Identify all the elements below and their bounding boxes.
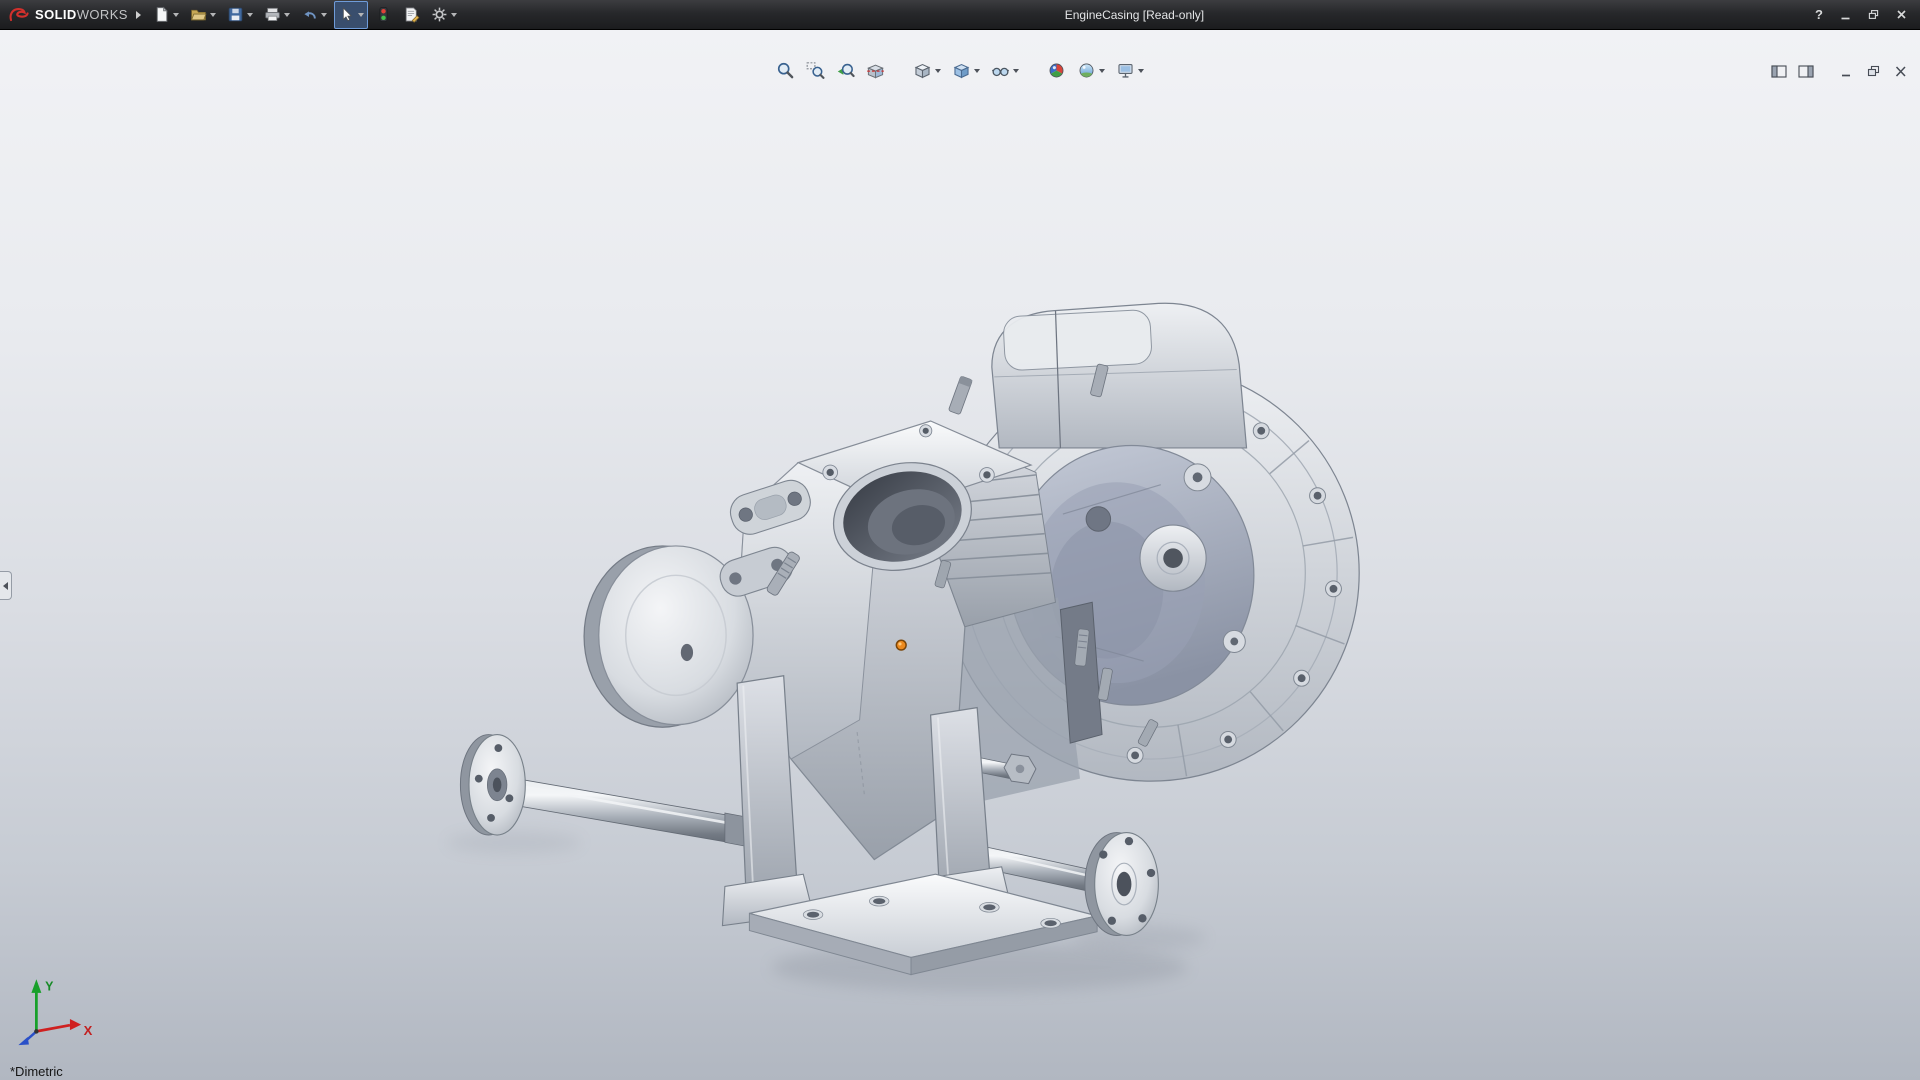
scene-sphere-icon — [1077, 61, 1096, 80]
file-properties-icon — [403, 6, 420, 23]
document-close-icon — [1893, 65, 1909, 78]
zoom-to-area-icon — [806, 61, 825, 80]
undo-button[interactable] — [297, 1, 331, 29]
selection-point-marker — [896, 640, 906, 650]
brand-bold: SOLID — [35, 7, 77, 22]
model-right-flange[interactable] — [1085, 833, 1158, 936]
document-minimize-icon — [1839, 65, 1855, 78]
brand-light: WORKS — [77, 7, 128, 22]
x-axis-arrow — [70, 1019, 81, 1030]
open-button[interactable] — [186, 1, 220, 29]
document-restore-icon — [1866, 65, 1882, 78]
dropdown-caret — [210, 13, 216, 17]
apply-scene-button[interactable] — [1076, 60, 1106, 81]
display-style-button[interactable] — [951, 60, 981, 81]
zoom-to-area-button[interactable] — [805, 60, 826, 81]
section-view-button[interactable] — [865, 60, 886, 81]
dropdown-caret — [1138, 69, 1144, 73]
dropdown-caret — [358, 13, 364, 17]
help-button[interactable]: ? — [1808, 5, 1830, 24]
x-axis-label: X — [84, 1023, 93, 1038]
minimize-icon — [1839, 8, 1852, 21]
featuremanager-collapsed-tab[interactable] — [0, 571, 12, 600]
dropdown-caret — [451, 13, 457, 17]
brand-text: SOLIDWORKS — [35, 7, 128, 22]
save-floppy-icon — [227, 6, 244, 23]
dropdown-caret — [935, 69, 941, 73]
menu-expand-arrow[interactable] — [136, 11, 141, 19]
expand-pane-arrow-icon — [3, 582, 8, 590]
dropdown-caret — [321, 13, 327, 17]
pane-right-icon — [1798, 65, 1814, 78]
restore-icon — [1867, 8, 1880, 21]
printer-icon — [264, 6, 281, 23]
restore-button[interactable] — [1860, 5, 1886, 24]
document-minimize-button[interactable] — [1837, 63, 1856, 79]
model-left-shaft[interactable] — [460, 735, 764, 850]
close-button[interactable] — [1888, 5, 1914, 24]
dropdown-caret — [247, 13, 253, 17]
solidworks-logo: SOLIDWORKS — [0, 7, 132, 23]
rebuild-trafficlight-icon — [375, 6, 392, 23]
dropdown-caret — [173, 13, 179, 17]
open-folder-icon — [190, 6, 207, 23]
window-title: EngineCasing [Read-only] — [461, 8, 1808, 22]
stud-top-left — [948, 376, 972, 415]
y-axis-arrow — [31, 979, 41, 993]
edit-appearance-button[interactable] — [1046, 60, 1067, 81]
document-window-controls — [1769, 63, 1910, 79]
model-canvas[interactable] — [0, 29, 1920, 1080]
solidworks-window: SOLIDWORKS — [0, 0, 1920, 1080]
view-orientation-button[interactable] — [912, 60, 942, 81]
view-orientation-label: *Dimetric — [10, 1064, 63, 1079]
solidworks-swirl-icon — [8, 7, 30, 23]
dropdown-caret — [1013, 69, 1019, 73]
select-button[interactable] — [334, 1, 368, 29]
undo-arrow-icon — [301, 6, 318, 23]
options-button[interactable] — [427, 1, 461, 29]
z-axis-arrow — [18, 1037, 29, 1045]
display-pane-button[interactable] — [1796, 63, 1815, 79]
y-axis-label: Y — [45, 979, 54, 993]
print-button[interactable] — [260, 1, 294, 29]
view-settings-icon — [1116, 61, 1135, 80]
titlebar: SOLIDWORKS — [0, 0, 1920, 30]
graphics-area[interactable]: Y X *Dimetric — [0, 29, 1920, 1080]
titlebar-toolbar — [149, 1, 461, 29]
rebuild-button[interactable] — [371, 1, 396, 29]
appearance-ball-icon — [1047, 61, 1066, 80]
document-restore-button[interactable] — [1864, 63, 1883, 79]
view-orientation-cube-icon — [913, 61, 932, 80]
zoom-to-fit-button[interactable] — [775, 60, 796, 81]
minimize-button[interactable] — [1832, 5, 1858, 24]
display-style-cube-icon — [952, 61, 971, 80]
document-close-button[interactable] — [1891, 63, 1910, 79]
select-cursor-icon — [338, 6, 355, 23]
previous-view-button[interactable] — [835, 60, 856, 81]
options-gear-icon — [431, 6, 448, 23]
hide-show-items-button[interactable] — [990, 60, 1020, 81]
dropdown-caret — [974, 69, 980, 73]
section-view-icon — [866, 61, 885, 80]
pane-left-icon — [1771, 65, 1787, 78]
close-icon — [1895, 8, 1908, 21]
file-properties-button[interactable] — [399, 1, 424, 29]
save-button[interactable] — [223, 1, 257, 29]
new-button[interactable] — [149, 1, 183, 29]
dropdown-caret — [284, 13, 290, 17]
heads-up-view-toolbar — [775, 60, 1145, 81]
dropdown-caret — [1099, 69, 1105, 73]
featuremanager-pane-button[interactable] — [1769, 63, 1788, 79]
zoom-to-fit-icon — [776, 61, 795, 80]
window-controls: ? — [1808, 5, 1920, 24]
glasses-icon — [991, 61, 1010, 80]
view-settings-button[interactable] — [1115, 60, 1145, 81]
new-document-icon — [153, 6, 170, 23]
previous-view-icon — [836, 61, 855, 80]
reference-triad: Y X — [14, 974, 106, 1054]
